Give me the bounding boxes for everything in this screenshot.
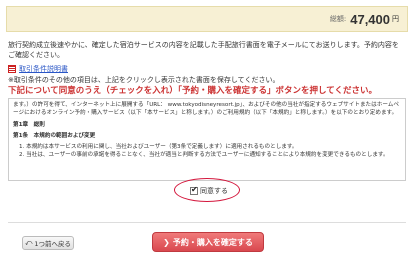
total-amount: 47,400 <box>350 11 390 27</box>
divider <box>8 222 406 223</box>
confirmation-notice: 旅行契約成立後速やかに、確定した宿泊サービスの内容を記載した手配旅行書面を電子メ… <box>8 41 399 59</box>
back-button-label: 1つ前へ戻る <box>34 240 72 248</box>
back-arrow-icon: ⤺ <box>24 238 33 247</box>
total-price-bar: 総額: 47,400 円 <box>6 6 408 32</box>
terms-article-heading: 第1条 本規約の範囲および変更 <box>13 133 96 139</box>
agree-checkbox[interactable] <box>190 185 198 195</box>
chevron-right-icon: ❯ <box>163 237 170 247</box>
terms-item: 2. 当社は、ユーザーの事前の承諾を得ることなく、当社が適当と判断する方法でユー… <box>19 152 389 158</box>
pdf-icon <box>8 65 16 73</box>
confirm-purchase-button[interactable]: ❯ 予約・購入を確定する <box>152 232 264 252</box>
total-unit: 円 <box>392 15 399 23</box>
terms-document-link-row: 取引条件説明書 <box>8 64 68 74</box>
terms-document-link[interactable]: 取引条件説明書 <box>19 64 68 74</box>
terms-note: ※取引条件のその他の項目は、上記をクリックし表示された書面を保存してください。 <box>8 76 280 84</box>
confirm-button-label: 予約・購入を確定する <box>172 237 253 247</box>
terms-item: 1. 本規約は本サービスの利用に関し、当社およびユーザー（第3条で定義します）に… <box>19 144 298 150</box>
back-button[interactable]: ⤺ 1つ前へ戻る <box>22 236 74 250</box>
terms-chapter-heading: 第1章 総則 <box>13 122 45 128</box>
checkout-page: 総額: 47,400 円 旅行契約成立後速やかに、確定した宿泊サービスの内容を記… <box>0 0 414 258</box>
total-label: 総額: <box>329 15 347 23</box>
agreement-instruction: 下記について同意のうえ（チェックを入れ）「予約・購入を確定する」ボタンを押してく… <box>8 86 377 96</box>
agree-label: 同意する <box>200 187 228 195</box>
terms-intro: ます。）の許可を得て、インターネット上に展開する「URL： www.tokyod… <box>13 102 399 116</box>
terms-scroll-box[interactable]: ます。）の許可を得て、インターネット上に展開する「URL： www.tokyod… <box>8 98 406 181</box>
agree-checkbox-row[interactable]: 同意する <box>190 185 228 196</box>
